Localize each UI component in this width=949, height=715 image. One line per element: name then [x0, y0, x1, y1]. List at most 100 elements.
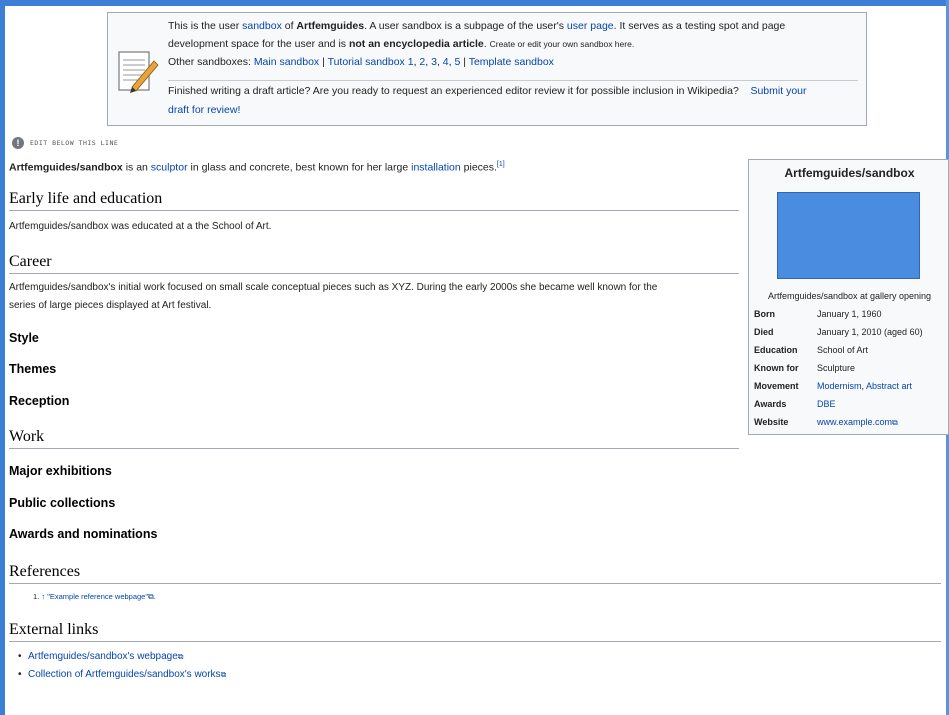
tutorial-sandbox-4-link[interactable]: 4	[443, 56, 449, 68]
infobox-row-born: Born January 1, 1960	[754, 305, 949, 323]
infobox-value: www.example.com⧉	[817, 413, 949, 431]
list-item: • Artfemguides/sandbox's webpage⧉	[18, 651, 184, 662]
create-sandbox-hint: Create or edit your own sandbox here.	[489, 39, 635, 49]
notice-emphasis: not an encyclopedia article	[348, 38, 484, 50]
window-frame-left	[0, 0, 5, 715]
infobox-value: Sculpture	[817, 363, 856, 373]
sculptor-link[interactable]: sculptor	[151, 162, 188, 174]
heading-early-life: Early life and education	[9, 190, 739, 211]
reference-number: 1.	[33, 592, 40, 601]
notice-line-1: This is the user sandbox of Artfemguides…	[168, 17, 858, 35]
heading-public-collections: Public collections	[9, 496, 116, 510]
draft-review-prompt: Finished writing a draft article? Are yo…	[168, 82, 858, 120]
notice-text: of	[281, 20, 297, 32]
early-life-text: Artfemguides/sandbox was educated at a t…	[9, 221, 272, 232]
external-link-icon: ⧉	[177, 652, 184, 661]
infobox-row-education: Education School of Art	[754, 341, 949, 359]
infobox-value: January 1, 2010 (aged 60)	[817, 327, 923, 337]
tutorial-sandbox-link[interactable]: Tutorial sandbox	[328, 56, 405, 68]
separator: |	[460, 56, 469, 68]
reference-tail: .	[153, 592, 156, 601]
infobox-row-movement: Movement Modernism, Abstract art	[754, 377, 949, 395]
separator: |	[319, 56, 328, 68]
username: Artfemguides	[296, 20, 365, 32]
heading-work: Work	[9, 428, 739, 449]
infobox-row-website: Website www.example.com⧉	[754, 413, 949, 431]
notice-line-3: Other sandboxes: Main sandbox | Tutorial…	[168, 56, 554, 68]
main-sandbox-link[interactable]: Main sandbox	[254, 56, 319, 68]
reference-1-link[interactable]: [1]	[497, 161, 505, 168]
career-text-line: series of large pieces displayed at Art …	[9, 300, 212, 311]
sandbox-link[interactable]: sandbox	[242, 20, 282, 32]
dbe-link[interactable]: DBE	[817, 399, 836, 409]
infobox-label: Website	[754, 417, 789, 427]
window-frame-top	[0, 0, 949, 6]
lead-paragraph: Artfemguides/sandbox is an sculptor in g…	[9, 158, 739, 175]
infobox-value: Modernism, Abstract art	[817, 381, 913, 391]
infobox-label: Movement	[754, 381, 799, 391]
heading-awards-nominations: Awards and nominations	[9, 527, 158, 541]
infobox-row-awards: Awards DBE	[754, 395, 949, 413]
infobox-caption: Artfemguides/sandbox at gallery opening	[767, 291, 932, 301]
heading-reception: Reception	[9, 394, 70, 408]
exclamation-icon: !	[12, 137, 24, 149]
heading-career: Career	[9, 253, 739, 274]
list-item: • Collection of Artfemguides/sandbox's wo…	[18, 669, 227, 680]
heading-major-exhibitions: Major exhibitions	[9, 464, 112, 478]
installation-link[interactable]: installation	[411, 162, 461, 174]
tutorial-sandbox-2-link[interactable]: 2	[419, 56, 425, 68]
notice-text: Other sandboxes:	[168, 56, 254, 68]
edit-below-marker: ! EDIT BELOW THIS LINE	[12, 137, 118, 149]
notice-text: . A user sandbox is a subpage of the use…	[364, 20, 567, 32]
external-link-icon: ⧉	[220, 670, 227, 679]
infobox-value: DBE	[817, 395, 949, 413]
notepad-pencil-icon	[116, 47, 160, 95]
notice-line-2: development space for the user and is no…	[168, 35, 858, 53]
heading-references: References	[9, 563, 941, 584]
infobox-value: January 1, 1960	[817, 309, 882, 319]
infobox-label: Born	[754, 309, 775, 319]
sandbox-notice-text: This is the user sandbox of Artfemguides…	[168, 17, 858, 71]
sandbox-notice: This is the user sandbox of Artfemguides…	[107, 12, 867, 126]
draft-review-text: Finished writing a draft article? Are yo…	[168, 85, 739, 97]
infobox-value: School of Art	[817, 345, 869, 355]
abstract-art-link[interactable]: Abstract art	[866, 381, 912, 391]
reference-1[interactable]: "Example reference webpage"	[47, 592, 148, 601]
tutorial-sandbox-3-link[interactable]: 3	[431, 56, 437, 68]
infobox-label: Known for	[754, 363, 799, 373]
external-link-collection[interactable]: Collection of Artfemguides/sandbox's wor…	[28, 669, 221, 680]
template-sandbox-link[interactable]: Template sandbox	[469, 56, 554, 68]
infobox-image-placeholder[interactable]	[777, 192, 920, 279]
infobox-label: Awards	[754, 399, 787, 409]
modernism-link[interactable]: Modernism	[817, 381, 862, 391]
notice-text: This is the user	[168, 20, 243, 32]
external-links-list: • Artfemguides/sandbox's webpage⧉ • Collec…	[18, 648, 226, 684]
career-text-line: Artfemguides/sandbox's initial work focu…	[9, 282, 658, 293]
lead-text: in glass and concrete, best known for he…	[187, 161, 412, 174]
infobox-label: Education	[754, 345, 798, 355]
tutorial-sandbox-1-link[interactable]: 1	[408, 56, 414, 68]
notice-divider	[168, 80, 858, 81]
infobox-row-died: Died January 1, 2010 (aged 60)	[754, 323, 949, 341]
reference-backlink[interactable]: ↑	[41, 592, 45, 601]
user-page-link[interactable]: user page	[567, 20, 614, 32]
article-subject: Artfemguides/sandbox	[9, 161, 123, 174]
infobox-row-known-for: Known for Sculpture	[754, 359, 949, 377]
external-link-icon: ⧉	[892, 418, 898, 427]
infobox-title: Artfemguides/sandbox	[784, 166, 915, 180]
edit-below-label: EDIT BELOW THIS LINE	[30, 139, 119, 147]
website-link[interactable]: www.example.com	[817, 417, 892, 427]
infobox: Artfemguides/sandbox Artfemguides/sandbo…	[748, 159, 949, 435]
career-text: Artfemguides/sandbox's initial work focu…	[9, 279, 739, 315]
submit-draft-link-cont[interactable]: draft for review!	[168, 104, 240, 116]
lead-text: is an	[122, 161, 151, 174]
reference-list: 1. ↑ "Example reference webpage"⧉.	[33, 592, 156, 602]
lead-text: pieces.	[460, 161, 497, 174]
heading-external-links: External links	[9, 621, 941, 642]
external-link-webpage[interactable]: Artfemguides/sandbox's webpage	[28, 651, 178, 662]
infobox-label: Died	[754, 327, 774, 337]
submit-draft-link[interactable]: Submit your	[750, 85, 806, 97]
notice-text: . It serves as a testing spot and page	[613, 20, 786, 32]
notice-text: development space for the user and is	[168, 38, 349, 50]
heading-themes: Themes	[9, 362, 57, 376]
